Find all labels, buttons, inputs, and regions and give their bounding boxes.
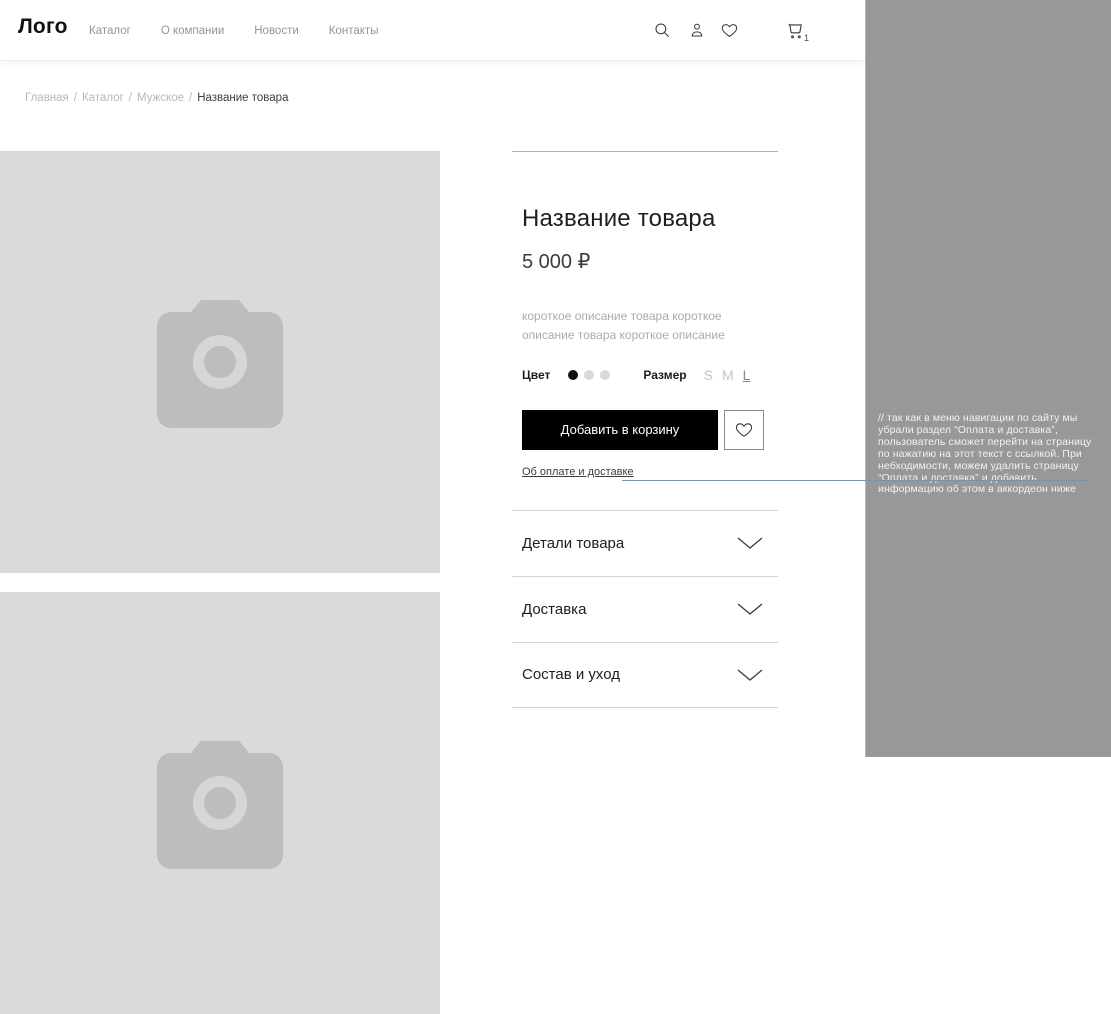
nav-item-contacts[interactable]: Контакты (329, 25, 379, 37)
payment-delivery-link[interactable]: Об оплате и доставке (522, 466, 634, 478)
accordion-care[interactable]: Состав и уход (512, 642, 778, 708)
size-option-l[interactable]: L (743, 367, 751, 383)
breadcrumb: Главная / Каталог / Мужское / Название товара (25, 92, 288, 104)
camera-icon (157, 300, 283, 428)
wishlist-icon[interactable] (718, 19, 740, 41)
breadcrumb-separator: / (129, 92, 132, 104)
header: Лого Каталог О компании Новости Контакты… (0, 0, 865, 61)
size-label: Размер (643, 368, 686, 382)
breadcrumb-mens[interactable]: Мужское (137, 92, 184, 104)
search-icon[interactable] (651, 19, 673, 41)
main-nav: Каталог О компании Новости Контакты (89, 0, 378, 61)
color-swatches (568, 370, 610, 380)
product-image-placeholder[interactable] (0, 592, 440, 1014)
chevron-down-icon (736, 602, 764, 616)
color-label: Цвет (522, 368, 550, 382)
breadcrumb-home[interactable]: Главная (25, 92, 69, 104)
chevron-down-icon (736, 536, 764, 550)
logo[interactable]: Лого (18, 15, 68, 39)
product-title: Название товара (522, 205, 778, 233)
heart-icon (734, 420, 754, 439)
color-swatch[interactable] (600, 370, 610, 380)
accordion-label: Доставка (522, 601, 586, 618)
header-icons: 1 (615, 0, 865, 61)
product-price: 5 000 ₽ (522, 249, 778, 274)
breadcrumb-current: Название товара (197, 92, 288, 104)
color-swatch[interactable] (584, 370, 594, 380)
breadcrumb-separator: / (189, 92, 192, 104)
nav-item-about[interactable]: О компании (161, 25, 224, 37)
color-swatch-selected[interactable] (568, 370, 578, 380)
size-option-s[interactable]: S (704, 367, 713, 383)
account-icon[interactable] (686, 19, 708, 41)
add-to-cart-button[interactable]: Добавить в корзину (522, 410, 718, 450)
size-options: S M L (704, 367, 751, 383)
accordion-delivery[interactable]: Доставка (512, 576, 778, 642)
product-info: Название товара 5 000 ₽ короткое описани… (512, 151, 778, 708)
breadcrumb-catalog[interactable]: Каталог (82, 92, 124, 104)
cart-icon[interactable] (783, 19, 805, 41)
annotation-text: // так как в меню навигации по сайту мы … (878, 413, 1098, 496)
accordion-product-details[interactable]: Детали товара (512, 510, 778, 576)
product-image-placeholder[interactable] (0, 151, 440, 573)
nav-item-catalog[interactable]: Каталог (89, 25, 131, 37)
annotation-panel: // так как в меню навигации по сайту мы … (865, 0, 1111, 757)
product-description: короткое описание товара короткое описан… (522, 307, 736, 345)
product-actions: Добавить в корзину (522, 410, 778, 450)
camera-icon (157, 741, 283, 869)
cart-count-badge: 1 (804, 33, 809, 43)
add-to-wishlist-button[interactable] (724, 410, 764, 450)
breadcrumb-separator: / (74, 92, 77, 104)
size-option-m[interactable]: M (722, 367, 734, 383)
product-options: Цвет Размер S M L (522, 367, 778, 383)
accordion-label: Детали товара (522, 535, 624, 552)
chevron-down-icon (736, 668, 764, 682)
nav-item-news[interactable]: Новости (254, 25, 299, 37)
annotation-connector-line (622, 480, 1090, 481)
accordion-label: Состав и уход (522, 666, 620, 683)
accordion-list: Детали товара Доставка Состав и уход (512, 510, 778, 708)
